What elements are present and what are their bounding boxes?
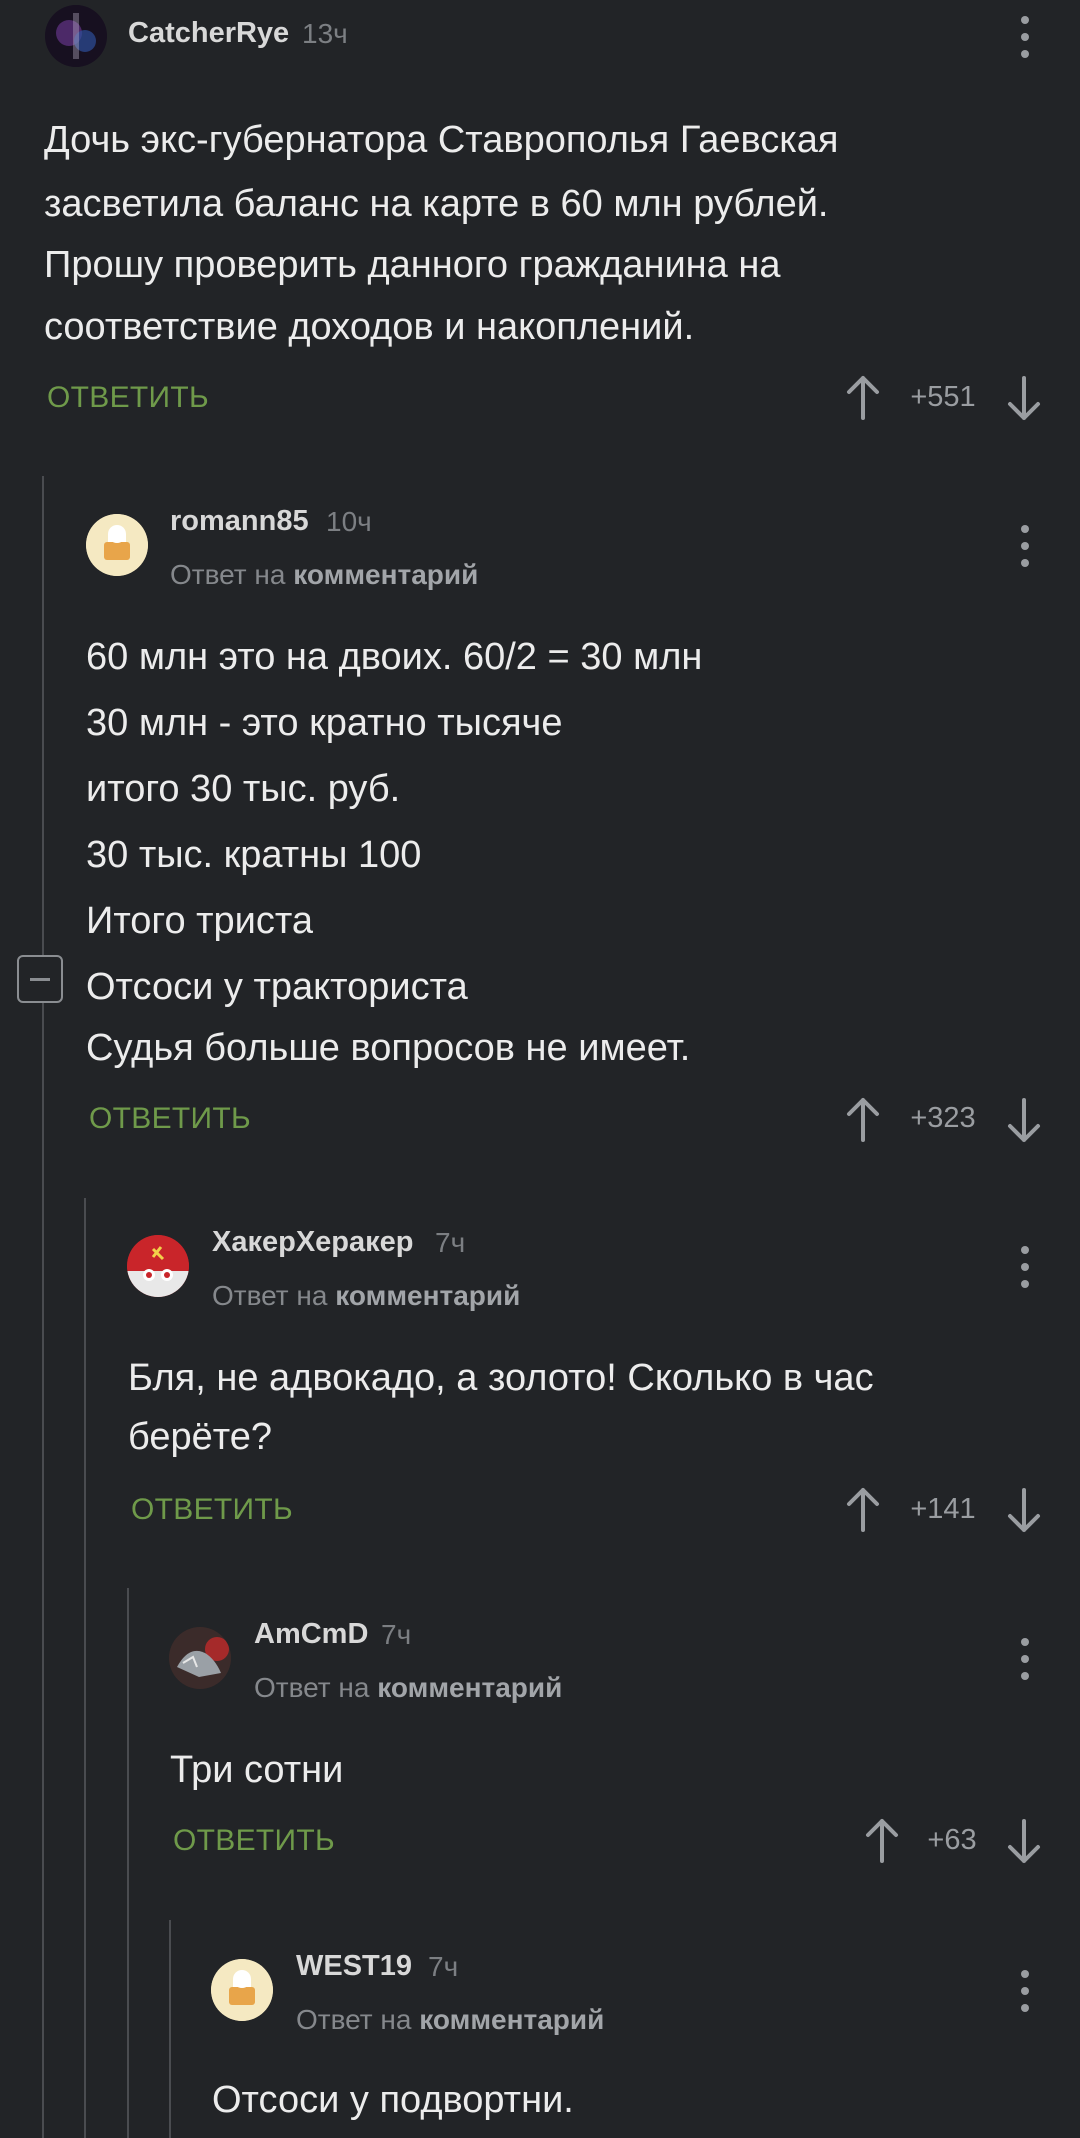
comment-text-line: Дочь экс-губернатора Ставрополья Гаевска… bbox=[44, 119, 839, 161]
comment-text-line: итого 30 тыс. руб. bbox=[86, 768, 401, 810]
collapse-minus-icon[interactable] bbox=[17, 955, 63, 1003]
reply-to-prefix: Ответ на bbox=[170, 559, 286, 590]
comment-text-line: Судья больше вопросов не имеет. bbox=[86, 1027, 691, 1069]
reply-to-label[interactable]: Ответ на комментарий bbox=[296, 2004, 604, 2036]
comment-time: 10ч bbox=[326, 506, 372, 537]
arrow-up-icon[interactable] bbox=[843, 1096, 883, 1144]
comment-time: 7ч bbox=[381, 1619, 412, 1650]
reply-to-prefix: Ответ на bbox=[296, 2004, 412, 2035]
comment-text-line: Бля, не адвокадо, а золото! Сколько в ча… bbox=[128, 1357, 874, 1399]
vote-score: +63 bbox=[927, 1824, 977, 1856]
author-name[interactable]: AmCmD bbox=[254, 1618, 368, 1651]
reply-to-label[interactable]: Ответ на комментарий bbox=[212, 1280, 520, 1312]
reply-to-link[interactable]: комментарий bbox=[419, 2004, 604, 2035]
comment-text-line: берёте? bbox=[128, 1416, 272, 1458]
avatar[interactable] bbox=[169, 1627, 231, 1689]
thread-line-level-3 bbox=[127, 1588, 129, 2138]
kebab-menu-icon[interactable] bbox=[1013, 1966, 1037, 2020]
kebab-menu-icon[interactable] bbox=[1013, 1242, 1037, 1296]
reply-to-label[interactable]: Ответ на комментарий bbox=[170, 559, 478, 591]
avatar[interactable] bbox=[211, 1959, 273, 2021]
reply-button[interactable]: ОТВЕТИТЬ bbox=[131, 1493, 293, 1527]
reply-button[interactable]: ОТВЕТИТЬ bbox=[89, 1102, 251, 1136]
comment-text-line: 30 тыс. кратны 100 bbox=[86, 834, 422, 876]
arrow-down-icon[interactable] bbox=[1004, 1486, 1044, 1534]
arrow-up-icon[interactable] bbox=[843, 1486, 883, 1534]
avatar[interactable] bbox=[127, 1235, 189, 1297]
kebab-menu-icon[interactable] bbox=[1013, 1634, 1037, 1688]
reply-to-link[interactable]: комментарий bbox=[335, 1280, 520, 1311]
comment-text-line: Отсоси у тракториста bbox=[86, 966, 468, 1008]
comment-text-line: Три сотни bbox=[170, 1749, 344, 1791]
comment-text-line: соответствие доходов и накоплений. bbox=[44, 306, 695, 348]
comment-time: 7ч bbox=[435, 1227, 466, 1258]
comment-time: 7ч bbox=[428, 1951, 459, 1982]
vote-score: +551 bbox=[910, 381, 976, 413]
comment-text-line: 60 млн это на двоих. 60/2 = 30 млн bbox=[86, 636, 703, 678]
comment-text-line: Итого триста bbox=[86, 900, 314, 942]
arrow-down-icon[interactable] bbox=[1004, 1817, 1044, 1865]
thread-line-level-4 bbox=[169, 1920, 171, 2138]
reply-button[interactable]: ОТВЕТИТЬ bbox=[173, 1824, 335, 1858]
comment-time: 13ч bbox=[302, 18, 348, 49]
arrow-up-icon[interactable] bbox=[843, 374, 883, 422]
reply-to-link[interactable]: комментарий bbox=[293, 559, 478, 590]
author-name[interactable]: ХакерХеракер bbox=[212, 1226, 414, 1259]
kebab-menu-icon[interactable] bbox=[1013, 521, 1037, 575]
kebab-menu-icon[interactable] bbox=[1013, 8, 1037, 66]
reply-button[interactable]: ОТВЕТИТЬ bbox=[47, 381, 209, 415]
reply-to-prefix: Ответ на bbox=[212, 1280, 328, 1311]
reply-to-label[interactable]: Ответ на комментарий bbox=[254, 1672, 562, 1704]
arrow-up-icon[interactable] bbox=[862, 1817, 902, 1865]
comment-text-line: Отсоси у подвортни. bbox=[212, 2079, 574, 2121]
avatar[interactable] bbox=[45, 5, 107, 67]
comment-text-line: 30 млн - это кратно тысяче bbox=[86, 702, 563, 744]
arrow-down-icon[interactable] bbox=[1004, 1096, 1044, 1144]
thread-line-level-1 bbox=[42, 476, 44, 2138]
author-name[interactable]: romann85 bbox=[170, 505, 309, 538]
reply-to-prefix: Ответ на bbox=[254, 1672, 370, 1703]
author-name[interactable]: CatcherRye bbox=[128, 17, 289, 50]
arrow-down-icon[interactable] bbox=[1004, 374, 1044, 422]
reply-to-link[interactable]: комментарий bbox=[377, 1672, 562, 1703]
comment-text-line: Прошу проверить данного гражданина на bbox=[44, 244, 781, 286]
vote-score: +323 bbox=[910, 1102, 976, 1134]
vote-score: +141 bbox=[910, 1493, 976, 1525]
thread-line-level-2 bbox=[84, 1198, 86, 2138]
comment-text-line: засветила баланс на карте в 60 млн рубле… bbox=[44, 183, 829, 225]
avatar[interactable] bbox=[86, 514, 148, 576]
author-name[interactable]: WEST19 bbox=[296, 1950, 412, 1983]
